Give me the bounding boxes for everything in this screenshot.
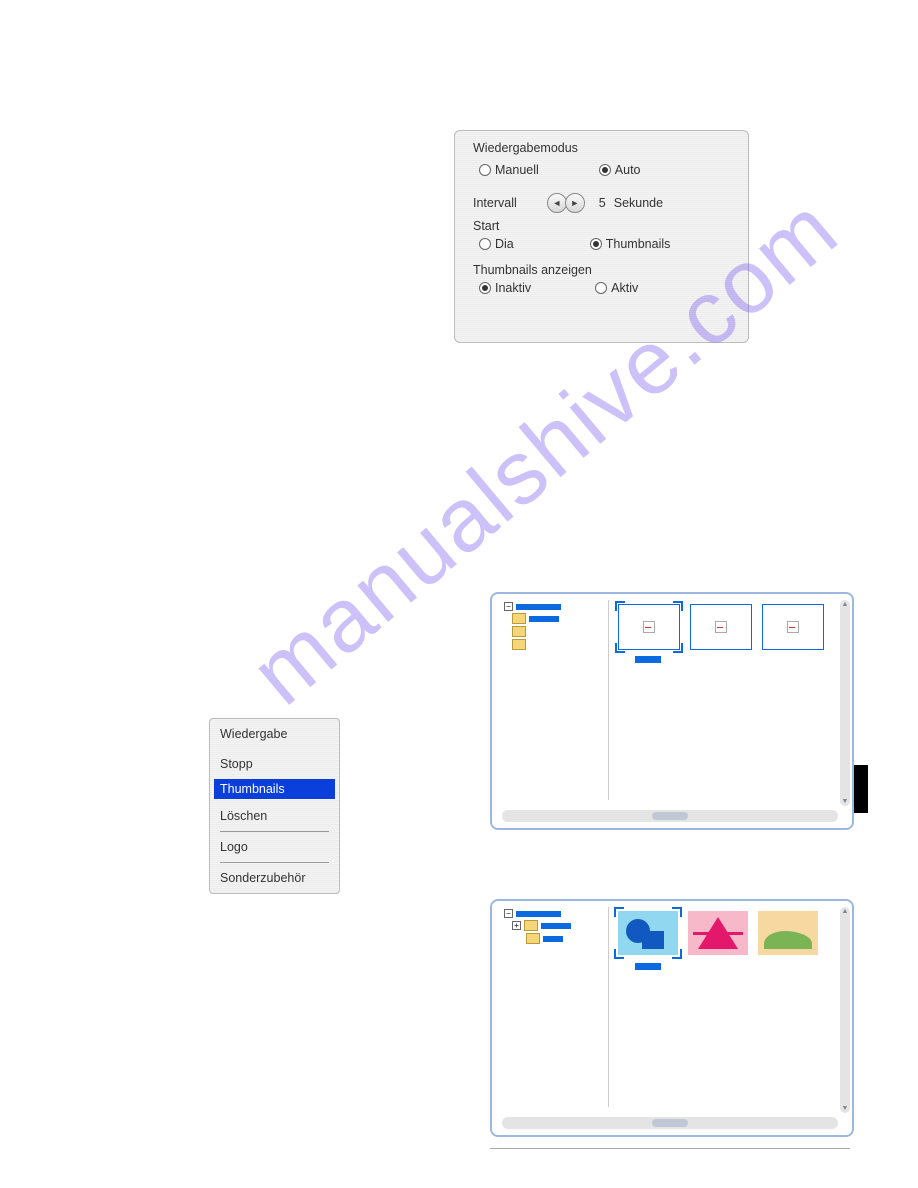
radio-icon — [479, 164, 491, 176]
broken-image-icon — [715, 621, 727, 633]
thumbnail-filename-redacted — [635, 656, 661, 663]
folder-icon — [512, 613, 526, 624]
broken-image-icon — [787, 621, 799, 633]
tree-label-redacted — [516, 604, 561, 610]
thumbnail-browser-window: − + — [490, 899, 854, 1137]
vertical-scrollbar[interactable] — [840, 600, 850, 806]
radio-icon — [590, 238, 602, 250]
thumbnail-browser-window: − — [490, 592, 854, 830]
tree-node[interactable] — [512, 613, 608, 624]
start-label: Start — [473, 219, 748, 233]
thumbnails-grid — [618, 604, 824, 650]
menu-item-thumbnails[interactable]: Thumbnails — [214, 779, 335, 799]
folder-icon — [512, 626, 526, 637]
spinner-up-icon[interactable]: ► — [565, 193, 585, 213]
tree-node[interactable] — [512, 639, 608, 650]
collapse-icon[interactable]: − — [504, 602, 513, 611]
menu-item-sonderzubehoer[interactable]: Sonderzubehör — [210, 863, 339, 893]
radio-icon — [479, 238, 491, 250]
expand-icon[interactable]: + — [512, 921, 521, 930]
folder-icon — [512, 639, 526, 650]
folder-tree: − — [498, 600, 609, 800]
broken-image-icon — [643, 621, 655, 633]
tree-node[interactable]: − — [504, 909, 608, 918]
interval-spinner[interactable]: ◄ ► — [547, 193, 585, 213]
radio-label-auto: Auto — [615, 163, 641, 177]
horizontal-scrollbar[interactable] — [502, 810, 838, 822]
thumbnail-item[interactable] — [758, 911, 818, 955]
radio-dia[interactable]: Dia — [479, 237, 514, 251]
thumbnail-filename-redacted — [635, 963, 661, 970]
radio-active[interactable]: Aktiv — [595, 281, 638, 295]
tree-node[interactable]: + — [512, 920, 608, 931]
thumbnail-item[interactable] — [618, 911, 678, 955]
menu-item-loeschen[interactable]: Löschen — [210, 799, 339, 831]
thumbnail-item[interactable] — [762, 604, 824, 650]
folder-icon — [526, 933, 540, 944]
settings-title: Wiedergabemodus — [473, 141, 748, 155]
radio-label-active: Aktiv — [611, 281, 638, 295]
menu-item-logo[interactable]: Logo — [210, 832, 339, 862]
thumbnail-item[interactable] — [690, 604, 752, 650]
thumbnails-grid — [618, 911, 818, 955]
tree-label-redacted — [516, 911, 561, 917]
divider — [490, 1148, 850, 1149]
radio-label-inactive: Inaktiv — [495, 281, 531, 295]
interval-unit: Sekunde — [614, 196, 663, 210]
menu-item-wiedergabe[interactable]: Wiedergabe — [210, 719, 339, 749]
tree-label-redacted — [543, 936, 563, 942]
tree-label-redacted — [529, 616, 559, 622]
radio-manual[interactable]: Manuell — [479, 163, 539, 177]
radio-label-dia: Dia — [495, 237, 514, 251]
radio-auto[interactable]: Auto — [599, 163, 641, 177]
playback-settings-panel: Wiedergabemodus Manuell Auto Intervall ◄… — [454, 130, 749, 343]
spinner-down-icon[interactable]: ◄ — [547, 193, 567, 213]
collapse-icon[interactable]: − — [504, 909, 513, 918]
context-menu: Wiedergabe Stopp Thumbnails Löschen Logo… — [209, 718, 340, 894]
tree-node[interactable]: − — [504, 602, 608, 611]
thumbnail-item[interactable] — [618, 604, 680, 650]
radio-thumbnails[interactable]: Thumbnails — [590, 237, 671, 251]
interval-label: Intervall — [473, 196, 517, 210]
radio-inactive[interactable]: Inaktiv — [479, 281, 531, 295]
menu-item-stopp[interactable]: Stopp — [210, 749, 339, 779]
radio-label-manual: Manuell — [495, 163, 539, 177]
thumbnail-item[interactable] — [688, 911, 748, 955]
thumbs-show-label: Thumbnails anzeigen — [473, 263, 748, 277]
radio-label-thumbnails: Thumbnails — [606, 237, 671, 251]
thumbnail-image — [618, 911, 678, 955]
radio-icon — [595, 282, 607, 294]
tree-label-redacted — [541, 923, 571, 929]
radio-icon — [479, 282, 491, 294]
folder-icon — [524, 920, 538, 931]
folder-tree: − + — [498, 907, 609, 1107]
interval-value: 5 — [599, 196, 606, 210]
tree-node[interactable] — [512, 626, 608, 637]
radio-icon — [599, 164, 611, 176]
tree-node[interactable] — [526, 933, 608, 944]
horizontal-scrollbar[interactable] — [502, 1117, 838, 1129]
vertical-scrollbar[interactable] — [840, 907, 850, 1113]
